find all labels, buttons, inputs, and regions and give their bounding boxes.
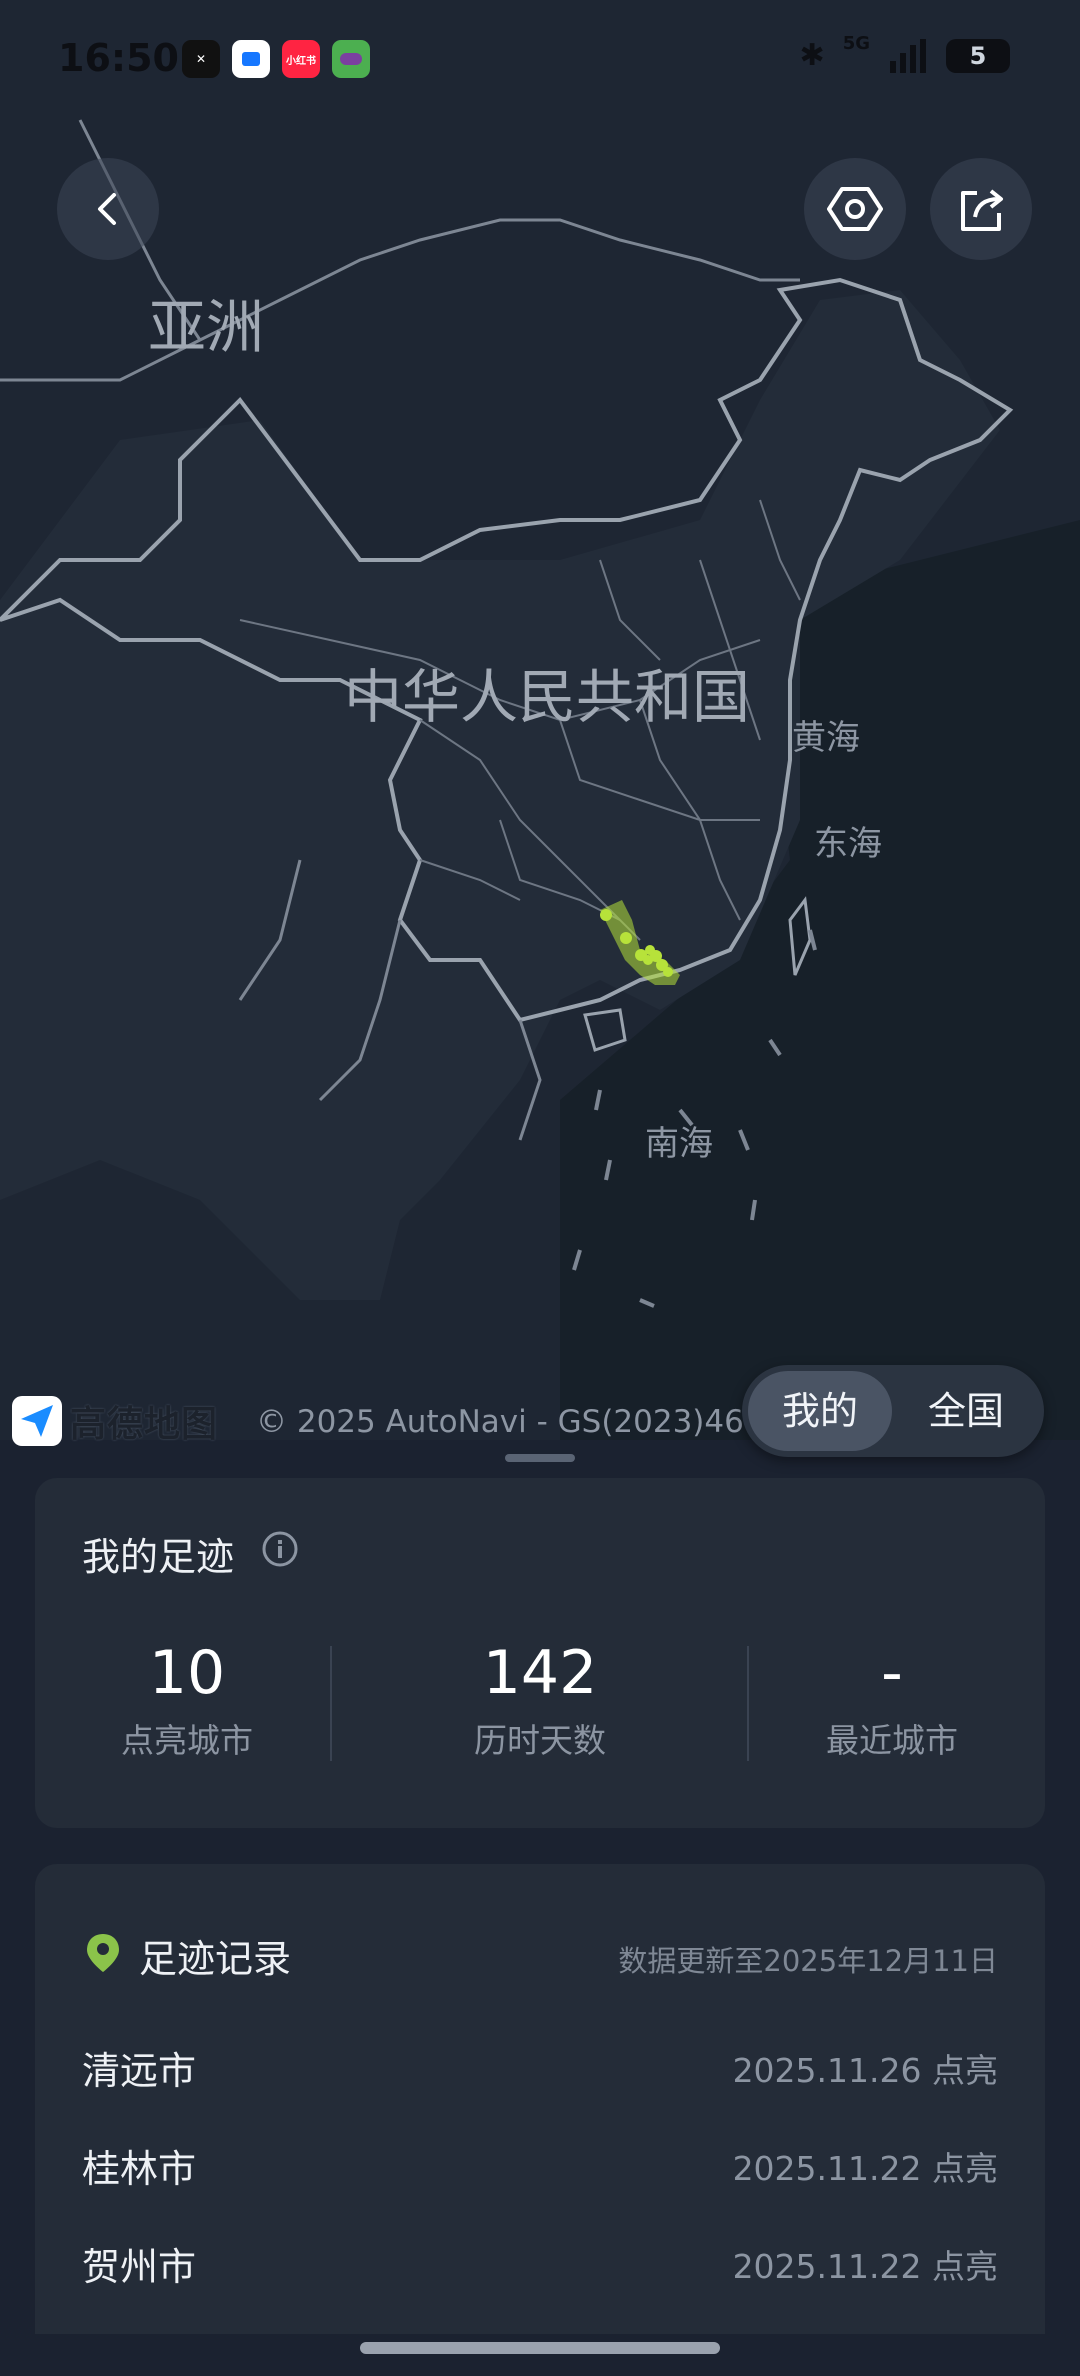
record-city: 清远市 <box>82 2049 197 2093</box>
game-icon <box>332 40 370 78</box>
footprint-title: 我的足迹 <box>82 1535 235 1579</box>
home-indicator[interactable] <box>360 2342 720 2354</box>
south-sea-label: 南海 <box>645 1124 713 1164</box>
status-time: 16:50 <box>58 36 179 80</box>
records-updated: 数据更新至2025年12月11日 <box>618 1944 998 1978</box>
stat-days: 142 历时天数 <box>390 1638 690 1762</box>
records-card: 足迹记录 数据更新至2025年12月11日 清远市 2025.11.26 点亮 … <box>35 1864 1045 2334</box>
continent-label: 亚洲 <box>148 293 265 361</box>
stat-label: 最近城市 <box>826 1721 958 1760</box>
east-sea-label: 东海 <box>814 824 882 864</box>
footprint-map[interactable]: 亚洲 中华人民共和国 黄海 东海 南海 <box>0 0 1080 1440</box>
amap-logo: 高德地图 <box>12 1395 218 1447</box>
chevron-left-icon <box>98 193 116 225</box>
record-date: 2025.11.22 点亮 <box>732 2149 998 2188</box>
signal-icon <box>890 38 926 73</box>
map-copyright: © 2025 AutoNavi - GS(2023)467 <box>256 1404 764 1440</box>
network-type: 5G <box>842 33 870 54</box>
record-row[interactable]: 清远市 2025.11.26 点亮 <box>82 2040 998 2100</box>
location-pin-icon <box>87 1934 119 1972</box>
records-title: 足迹记录 <box>139 1937 292 1981</box>
country-label: 中华人民共和国 <box>344 663 751 731</box>
footprint-card: 我的足迹 10 点亮城市 142 历时天数 - 最近城市 <box>35 1478 1045 1828</box>
stat-label: 历时天数 <box>474 1721 606 1760</box>
bluetooth-icon: ✱ <box>799 38 825 73</box>
sheet-drag-handle[interactable] <box>505 1454 575 1462</box>
record-city: 贺州市 <box>82 2245 197 2289</box>
stat-recent-city: - 最近城市 <box>742 1638 1042 1762</box>
info-icon[interactable] <box>261 1530 299 1568</box>
yellow-sea-label: 黄海 <box>792 718 860 758</box>
stat-value: - <box>881 1638 903 1708</box>
status-bar: 16:50 ✕ 小红书 ✱ 5G 5 <box>0 0 1080 120</box>
share-icon <box>961 189 1003 231</box>
messages-icon <box>232 40 270 78</box>
record-date: 2025.11.22 点亮 <box>732 2247 998 2286</box>
settings-button[interactable] <box>804 158 906 260</box>
stat-label: 点亮城市 <box>121 1721 253 1760</box>
hexagon-settings-icon <box>827 187 883 231</box>
capcut-icon: ✕ <box>182 40 220 78</box>
xiaohongshu-icon: 小红书 <box>282 40 320 78</box>
stat-value: 10 <box>148 1638 226 1708</box>
record-city: 桂林市 <box>82 2147 197 2191</box>
back-button[interactable] <box>57 158 159 260</box>
share-button[interactable] <box>930 158 1032 260</box>
record-row[interactable]: 贺州市 2025.11.22 点亮 <box>82 2236 998 2296</box>
stat-lit-cities: 10 点亮城市 <box>37 1638 337 1762</box>
toggle-all[interactable]: 全国 <box>894 1371 1038 1451</box>
status-indicators: ✱ 5G 5 <box>799 33 1010 73</box>
stat-divider <box>330 1646 332 1761</box>
battery-level: 5 <box>969 41 987 70</box>
toggle-mine[interactable]: 我的 <box>748 1371 892 1451</box>
stat-value: 142 <box>482 1638 598 1708</box>
scope-toggle[interactable]: 我的 全国 <box>742 1365 1044 1457</box>
record-row[interactable]: 桂林市 2025.11.22 点亮 <box>82 2138 998 2198</box>
record-date: 2025.11.26 点亮 <box>732 2051 998 2090</box>
battery-icon: 5 <box>946 38 1010 73</box>
amap-logo-text: 高德地图 <box>70 1404 219 1445</box>
amap-logo-icon <box>12 1396 62 1446</box>
